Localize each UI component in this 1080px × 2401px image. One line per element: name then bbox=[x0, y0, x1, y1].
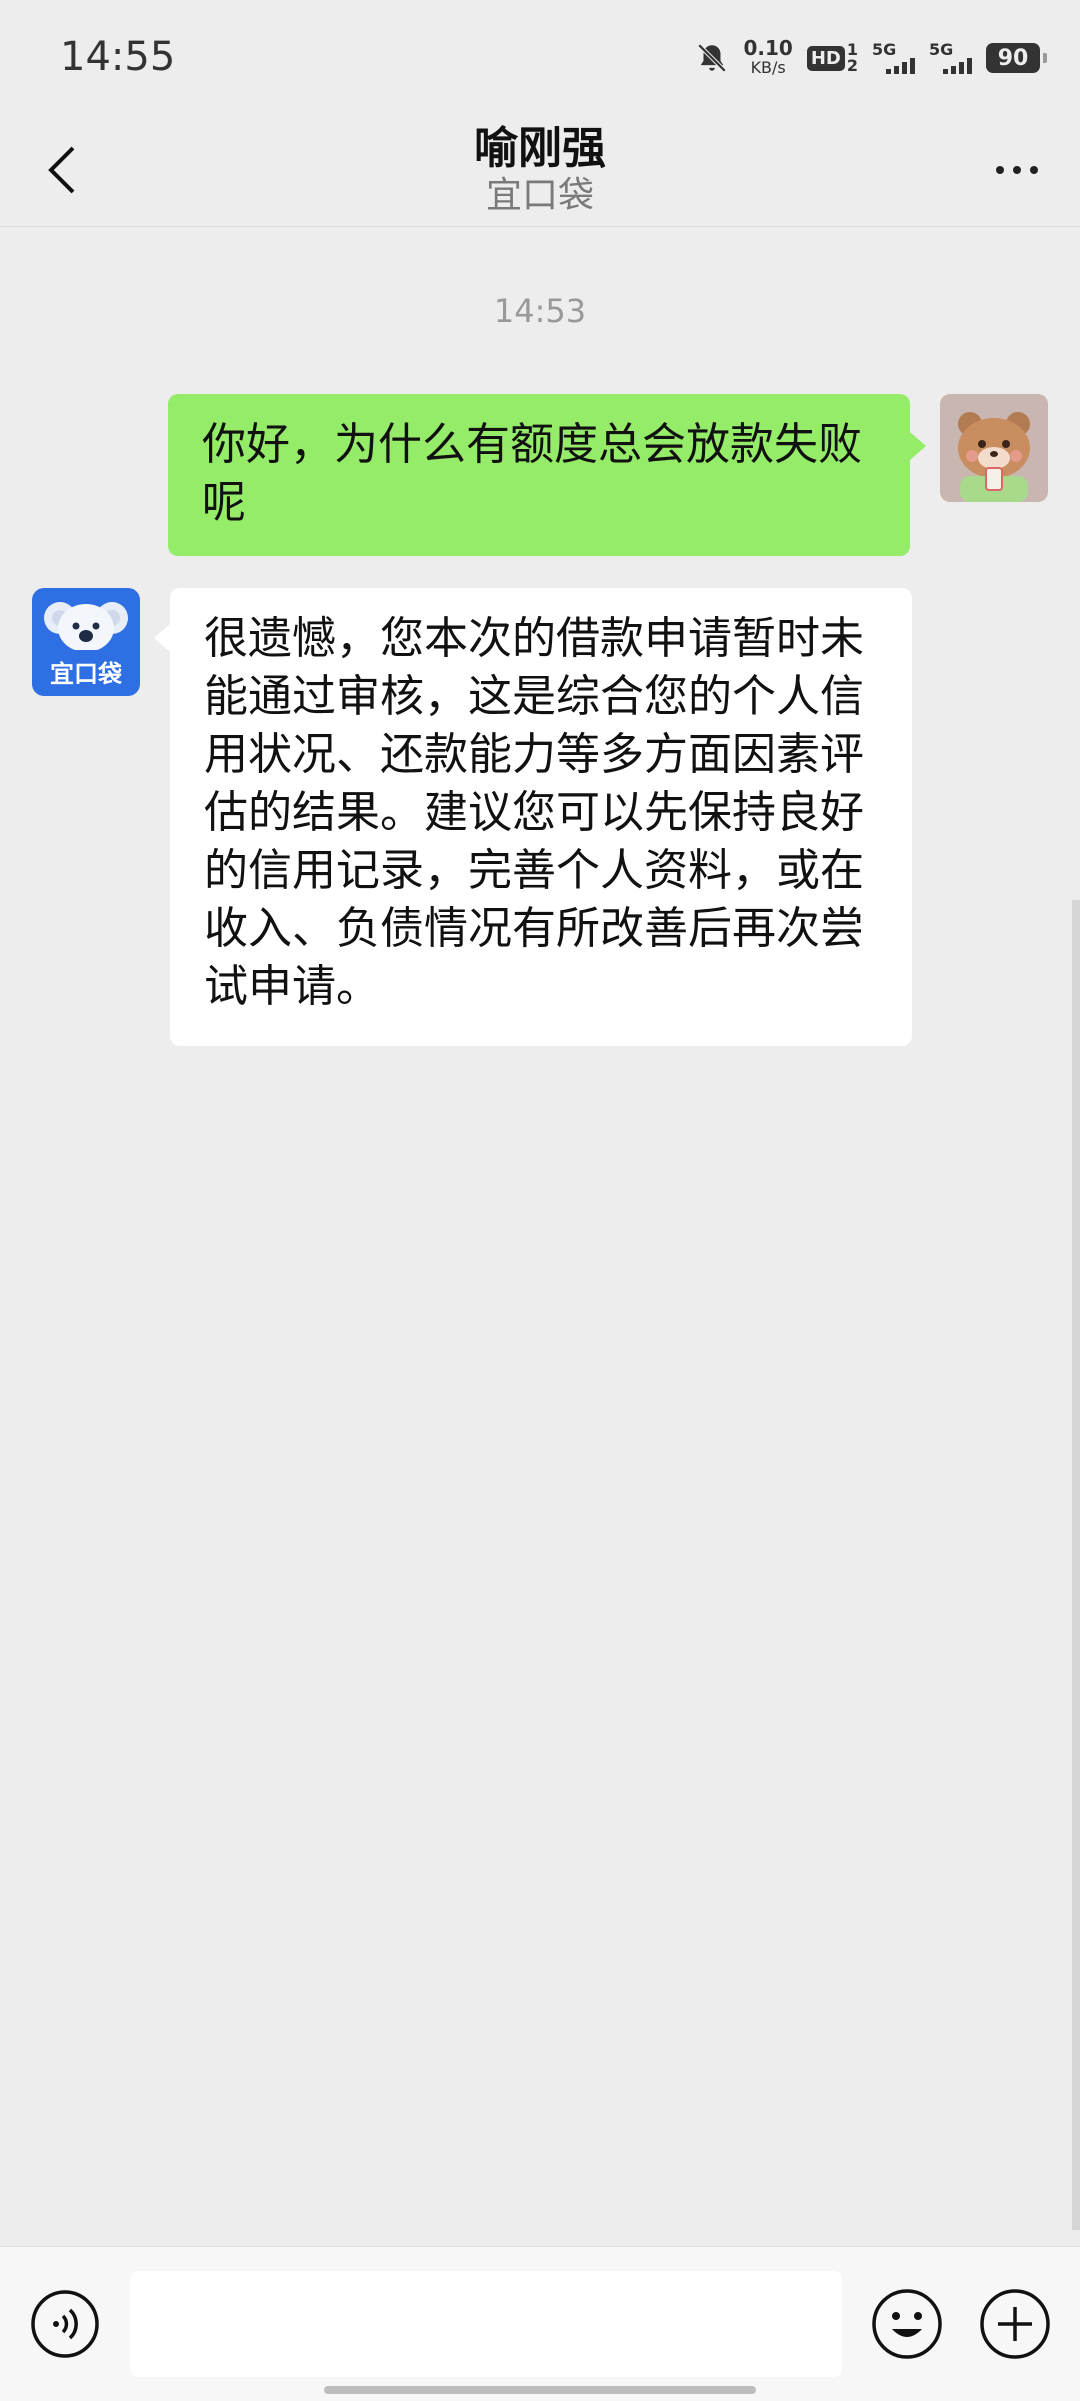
signal-label-2: 5G bbox=[929, 40, 954, 59]
bell-muted-icon bbox=[698, 43, 727, 73]
more-dot bbox=[1030, 166, 1038, 174]
chat-header: 喻刚强 宜口袋 bbox=[0, 110, 1080, 227]
more-options-button[interactable] bbox=[982, 140, 1052, 200]
voice-button[interactable] bbox=[30, 2289, 100, 2359]
network-speed-value: 0.10 bbox=[743, 36, 793, 60]
bear-avatar-icon bbox=[940, 394, 1048, 502]
message-input[interactable] bbox=[130, 2271, 842, 2377]
signal-icon: 5G bbox=[872, 42, 915, 74]
signal-label-1: 5G bbox=[872, 40, 897, 59]
status-icons: 0.10 KB/s HD 1 2 5G 5G 90 bbox=[695, 38, 1047, 78]
home-indicator[interactable] bbox=[324, 2386, 756, 2394]
network-speed-unit: KB/s bbox=[750, 58, 786, 77]
signal-icon: 5G bbox=[929, 42, 972, 74]
battery-icon: 90 bbox=[986, 43, 1047, 73]
status-time: 14:55 bbox=[60, 34, 176, 80]
status-bar: 14:55 0.10 KB/s HD 1 2 5G 5G 90 bbox=[0, 0, 1080, 110]
chat-timestamp: 14:53 bbox=[493, 292, 587, 330]
network-speed: 0.10 KB/s bbox=[743, 38, 792, 78]
plus-icon bbox=[980, 2289, 1050, 2359]
more-dot bbox=[1013, 166, 1021, 174]
more-dots-icon bbox=[996, 166, 1004, 174]
emoji-icon bbox=[872, 2289, 942, 2359]
my-avatar[interactable] bbox=[940, 394, 1048, 502]
hd-voice-icon: HD 1 2 bbox=[806, 42, 858, 75]
outgoing-message-bubble[interactable]: 你好，为什么有额度总会放款失败呢 bbox=[168, 394, 926, 556]
emoji-button[interactable] bbox=[870, 2287, 944, 2361]
battery-level: 90 bbox=[997, 45, 1029, 71]
hd-sim-bottom: 2 bbox=[846, 56, 858, 75]
voice-icon bbox=[31, 2290, 99, 2358]
scrollbar[interactable] bbox=[1072, 900, 1080, 2230]
hd-label: HD bbox=[806, 45, 845, 71]
contact-avatar[interactable]: 宜口袋 bbox=[32, 588, 140, 696]
more-actions-button[interactable] bbox=[978, 2287, 1052, 2361]
incoming-message-bubble[interactable]: 很遗憾，您本次的借款申请暂时未能通过审核，这是综合您的个人信用状况、还款能力等多… bbox=[154, 588, 912, 1046]
contact-avatar-label: 宜口袋 bbox=[50, 660, 122, 688]
chat-subtitle: 宜口袋 bbox=[485, 175, 594, 216]
input-bar bbox=[0, 2246, 1080, 2401]
